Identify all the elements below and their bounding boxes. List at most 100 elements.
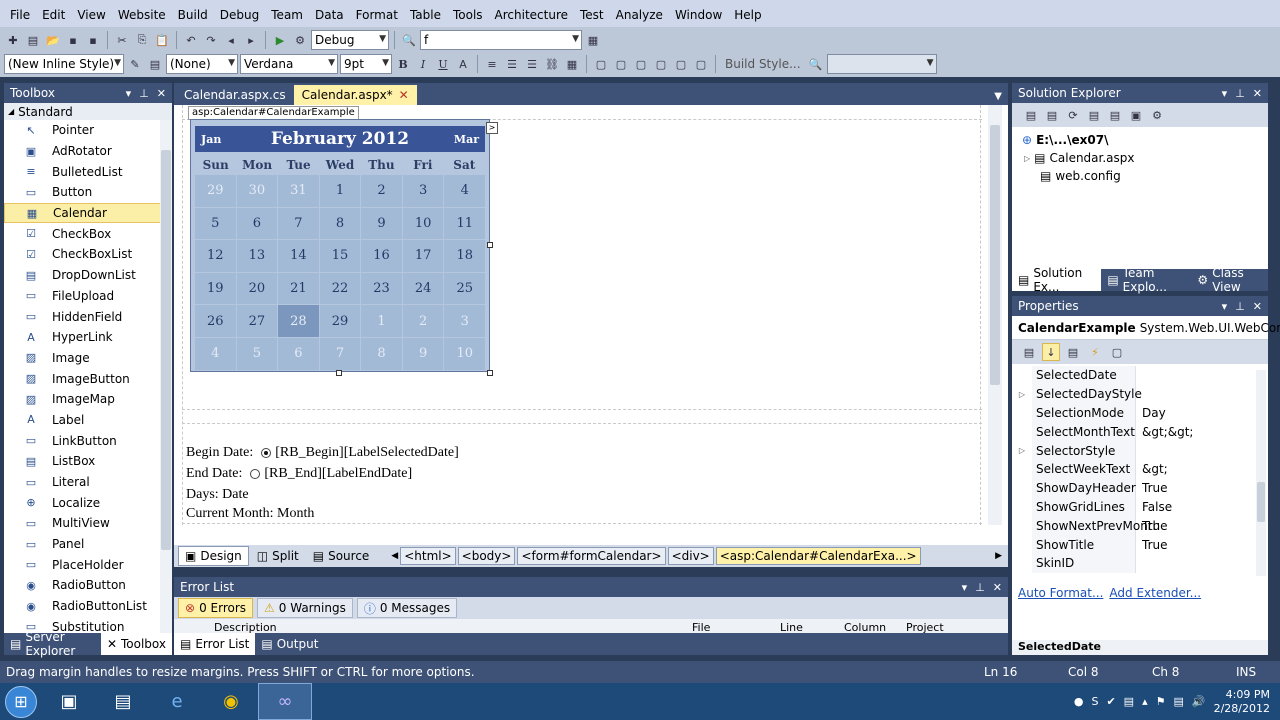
smart-tag-icon[interactable]: > <box>486 122 498 134</box>
menu-item-format[interactable]: Format <box>350 0 404 30</box>
calendar-day[interactable]: 5 <box>195 207 236 240</box>
toolbox-item-radiobuttonlist[interactable]: ◉ RadioButtonList <box>4 596 172 617</box>
tab-toolbox[interactable]: ✕ Toolbox <box>100 633 172 655</box>
font-size-select[interactable]: 9pt ▼ <box>340 54 392 74</box>
toolbox-item-button[interactable]: ▭ Button <box>4 182 172 203</box>
calendar-day[interactable]: 23 <box>361 272 402 305</box>
tree-root[interactable]: ⊕ E:\...\ex07\ <box>1022 131 1268 149</box>
calendar-day[interactable]: 30 <box>236 175 278 207</box>
calendar-day[interactable]: 17 <box>402 240 444 272</box>
dropdown-icon[interactable]: ▾ <box>1222 300 1228 313</box>
view-designer-icon[interactable]: ▣ <box>1127 106 1145 124</box>
calendar-day[interactable]: 7 <box>319 337 361 370</box>
column-project[interactable]: Project <box>906 621 944 633</box>
properties-view-icon[interactable]: ▤ <box>1064 343 1082 361</box>
toolbox-item-fileupload[interactable]: ▭ FileUpload <box>4 286 172 307</box>
taskbar-explorer-icon[interactable]: ▤ <box>96 683 150 720</box>
toolbox-item-checkbox[interactable]: ☑ CheckBox <box>4 223 172 244</box>
calendar-day[interactable]: 8 <box>319 207 361 240</box>
calendar-day[interactable]: 6 <box>236 207 278 240</box>
menu-item-architecture[interactable]: Architecture <box>489 0 574 30</box>
resize-handle[interactable] <box>336 370 342 376</box>
calendar-day[interactable]: 20 <box>236 272 278 305</box>
tab-error-list[interactable]: ▤ Error List <box>174 633 256 655</box>
show-all-files-icon[interactable]: ▤ <box>1043 106 1061 124</box>
justify-icon[interactable]: ≡ <box>483 55 501 73</box>
pin-icon[interactable]: ⊥ <box>1235 300 1245 313</box>
add-extender-link[interactable]: Add Extender... <box>1109 586 1201 600</box>
toolbox-item-bulletedlist[interactable]: ≡ BulletedList <box>4 161 172 182</box>
tab-output[interactable]: ▤ Output <box>255 633 324 655</box>
design-surface[interactable]: asp:Calendar#CalendarExample Jan Februar… <box>174 105 1008 545</box>
column-column[interactable]: Column <box>844 621 886 633</box>
property-row[interactable]: ▷ SelectedDayStyle <box>1012 384 1268 404</box>
taskbar-computer-icon[interactable]: ▣ <box>42 683 96 720</box>
menu-item-website[interactable]: Website <box>112 0 172 30</box>
tree-item-calendar-aspx[interactable]: ▷ ▤ Calendar.aspx <box>1022 149 1268 167</box>
property-row[interactable]: ShowGridLines False <box>1012 497 1268 517</box>
column-file[interactable]: File <box>692 621 710 633</box>
breadcrumb-scroll-left-icon[interactable]: ◀ <box>391 551 398 561</box>
solution-config-select[interactable]: Debug ▼ <box>311 30 389 50</box>
pin-icon[interactable]: ⊥ <box>1235 87 1245 100</box>
design-view-button[interactable]: ▣ Design <box>178 546 249 566</box>
font-select[interactable]: Verdana ▼ <box>240 54 338 74</box>
calendar-day[interactable]: 21 <box>278 272 319 305</box>
calendar-day[interactable]: 2 <box>402 305 444 337</box>
property-row[interactable]: SelectWeekText &gt; <box>1012 459 1268 479</box>
position-icon[interactable]: ▢ <box>612 55 630 73</box>
save-icon[interactable]: ▪ <box>64 31 82 49</box>
copy-icon[interactable]: ⎘ <box>133 31 151 49</box>
toolbox-item-hyperlink[interactable]: A HyperLink <box>4 327 172 348</box>
property-row[interactable]: SelectionMode Day <box>1012 403 1268 423</box>
toolbox-scrollbar[interactable] <box>160 120 172 633</box>
pin-icon[interactable]: ⊥ <box>139 87 149 100</box>
column-line[interactable]: Line <box>780 621 803 633</box>
calendar-day[interactable]: 8 <box>361 337 402 370</box>
design-scrollbar[interactable] <box>988 105 1002 525</box>
calendar-day[interactable]: 28 <box>278 305 319 337</box>
tab-calendar-aspx[interactable]: Calendar.aspx* ✕ <box>293 85 417 105</box>
scrollbar-thumb[interactable] <box>990 125 1000 385</box>
nest-icon[interactable]: ▤ <box>1085 106 1103 124</box>
events-icon[interactable]: ⚡ <box>1086 343 1104 361</box>
calendar-day[interactable]: 25 <box>444 272 485 305</box>
find-in-files-icon[interactable]: 🔍 <box>400 31 418 49</box>
menu-item-analyze[interactable]: Analyze <box>610 0 669 30</box>
calendar-day[interactable]: 16 <box>361 240 402 272</box>
tab-solution-explorer[interactable]: ▤ Solution Ex... <box>1012 266 1102 294</box>
browse-icon[interactable]: 🔍 <box>807 55 825 73</box>
toolbox-item-hiddenfield[interactable]: ▭ HiddenField <box>4 306 172 327</box>
undo-icon[interactable]: ↶ <box>182 31 200 49</box>
save-all-icon[interactable]: ▪ <box>84 31 102 49</box>
close-icon[interactable]: ✕ <box>399 88 409 102</box>
breadcrumb-html[interactable]: <html> <box>400 547 456 565</box>
redo-icon[interactable]: ↷ <box>202 31 220 49</box>
property-value[interactable]: Day <box>1136 406 1268 420</box>
calendar-prev-month[interactable]: Jan <box>195 133 255 146</box>
dropdown-icon[interactable]: ▾ <box>126 87 132 100</box>
toolbox-item-image[interactable]: ▨ Image <box>4 348 172 369</box>
cut-icon[interactable]: ✂ <box>113 31 131 49</box>
navigate-back-icon[interactable]: ◂ <box>222 31 240 49</box>
expand-icon[interactable]: ▷ <box>1012 446 1032 455</box>
hyperlink-icon[interactable]: ⛓ <box>543 55 561 73</box>
calendar-day[interactable]: 2 <box>361 175 402 207</box>
object-selector[interactable]: CalendarExample System.Web.UI.WebControl… <box>1012 316 1280 340</box>
position-icon[interactable]: ▢ <box>632 55 650 73</box>
tab-overflow-icon[interactable]: ▼ <box>994 91 1008 105</box>
calendar-day[interactable]: 11 <box>444 207 485 240</box>
toolbox-item-calendar[interactable]: ▦ Calendar <box>4 202 172 224</box>
show-hidden-icons-icon[interactable]: ▴ <box>1142 695 1148 708</box>
dropdown-icon[interactable]: ▾ <box>962 581 968 594</box>
underline-button[interactable]: U <box>434 55 452 73</box>
dropdown-icon[interactable]: ▾ <box>1222 87 1228 100</box>
begin-radio[interactable] <box>261 448 272 458</box>
calendar-day[interactable]: 26 <box>195 305 236 337</box>
style-select[interactable]: (New Inline Style) ▼ <box>4 54 124 74</box>
clock[interactable]: 4:09 PM 2/28/2012 <box>1214 688 1270 716</box>
start-debug-icon[interactable]: ▶ <box>271 31 289 49</box>
menu-item-team[interactable]: Team <box>265 0 309 30</box>
source-view-button[interactable]: ▤ Source <box>307 546 376 566</box>
calendar-day[interactable]: 5 <box>236 337 278 370</box>
